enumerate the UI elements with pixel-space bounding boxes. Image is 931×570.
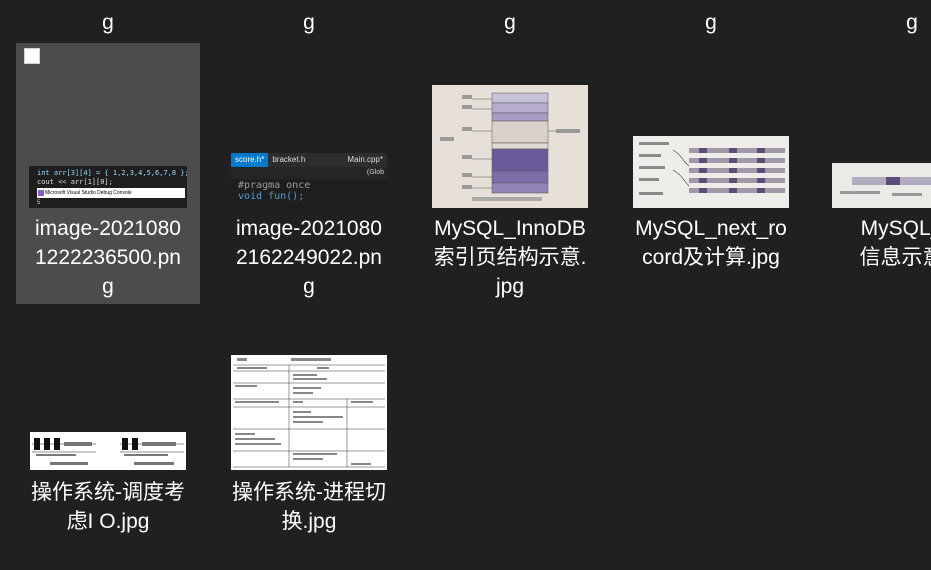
code-screenshot-thumbnail: score.h* bracket.h Main.cpp* (Glob #prag… xyxy=(231,153,387,208)
file-name-fragment: g xyxy=(705,11,717,34)
file-tile-partial-4[interactable]: g xyxy=(619,0,803,36)
code-screenshot-thumbnail: int arr[3][4] = { 1,2,3,4,5,6,7,8 }; cou… xyxy=(29,166,187,208)
file-name-fragment: g xyxy=(303,11,315,34)
thumbnail xyxy=(820,161,931,208)
file-name: MySQL_next_ro cord及计算.jpg xyxy=(635,217,787,269)
file-tile-partial-3[interactable]: g xyxy=(418,0,602,36)
thumbnail xyxy=(217,353,401,470)
file-name: MySQL_记信息示意图 xyxy=(859,217,931,269)
file-name: MySQL_InnoDB 索引页结构示意. jpg xyxy=(433,217,587,298)
file-name: image-2021080 1222236500.pn g xyxy=(35,217,181,298)
diagram-photo-thumbnail xyxy=(432,85,588,208)
file-name: image-2021080 2162249022.pn g xyxy=(236,217,382,298)
diagram-thumbnail xyxy=(30,432,186,470)
file-tile-image-20210801222236500[interactable]: int arr[3][4] = { 1,2,3,4,5,6,7,8 }; cou… xyxy=(16,43,200,304)
file-tile-os-process-switch[interactable]: 操作系统-进程切 换.jpg xyxy=(217,320,401,550)
file-name-fragment: g xyxy=(906,11,918,34)
table-document-thumbnail xyxy=(231,355,387,470)
thumbnail xyxy=(619,134,803,208)
diagram-photo-thumbnail xyxy=(832,163,931,208)
diagram-photo-thumbnail xyxy=(633,136,789,208)
file-tile-os-scheduling-io[interactable]: 操作系统-调度考 虑I O.jpg xyxy=(16,320,200,550)
file-name: 操作系统-调度考 虑I O.jpg xyxy=(31,481,185,533)
selection-checkbox[interactable] xyxy=(24,48,40,64)
thumbnail: score.h* bracket.h Main.cpp* (Glob #prag… xyxy=(217,151,401,208)
file-tile-mysql-record-info[interactable]: MySQL_记信息示意图 xyxy=(820,43,931,304)
file-name: 操作系统-进程切 换.jpg xyxy=(232,481,386,533)
file-tile-partial-5[interactable]: g xyxy=(820,0,931,36)
file-tile-partial-2[interactable]: g xyxy=(217,0,401,36)
thumbnail xyxy=(16,430,200,470)
file-tile-mysql-innodb-page-structure[interactable]: MySQL_InnoDB 索引页结构示意. jpg xyxy=(418,43,602,304)
thumbnail: int arr[3][4] = { 1,2,3,4,5,6,7,8 }; cou… xyxy=(16,162,200,208)
file-name-fragment: g xyxy=(102,11,114,34)
file-name-fragment: g xyxy=(504,11,516,34)
file-tile-mysql-next-record[interactable]: MySQL_next_ro cord及计算.jpg xyxy=(619,43,803,304)
file-tile-partial-1[interactable]: g xyxy=(16,0,200,36)
thumbnail xyxy=(418,83,602,208)
file-tile-image-20210802162249022[interactable]: score.h* bracket.h Main.cpp* (Glob #prag… xyxy=(217,43,401,304)
